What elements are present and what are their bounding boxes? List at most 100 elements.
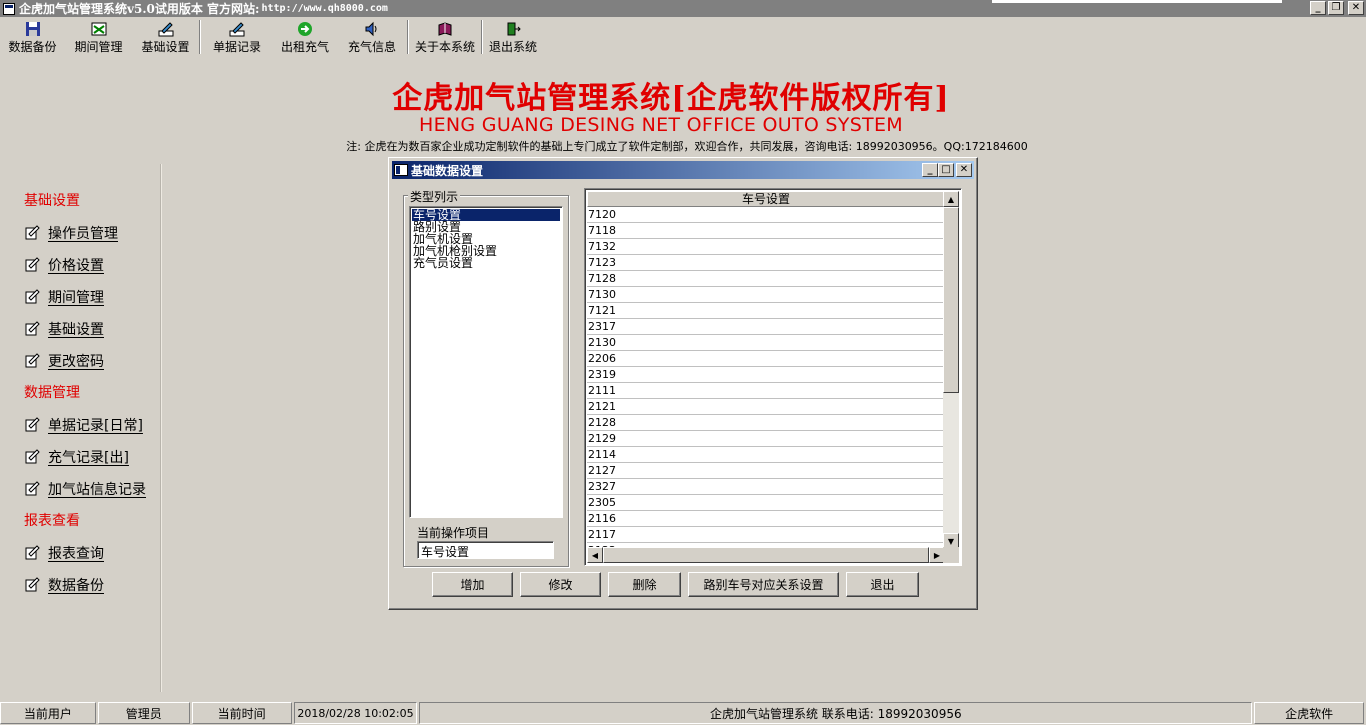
table-row[interactable]: 2305 <box>587 495 945 511</box>
sidebar-item-station-info[interactable]: 加气站信息记录 <box>24 473 160 505</box>
table-row[interactable]: 2121 <box>587 399 945 415</box>
sidebar-section-reports: 报表查看 <box>24 513 80 529</box>
dialog-minimize-button[interactable]: _ <box>922 163 938 177</box>
table-row[interactable]: 2317 <box>587 319 945 335</box>
status-user-label: 当前用户 <box>0 702 96 724</box>
minimize-button[interactable]: _ <box>1310 1 1326 15</box>
toolbar-about-button[interactable]: 关于本系统 <box>409 18 481 56</box>
sidebar-item-basic-settings[interactable]: 基础设置 <box>24 313 160 345</box>
edit-document-icon <box>24 321 40 337</box>
exit-button[interactable]: 退出 <box>846 572 919 597</box>
spreadsheet-icon <box>91 21 107 37</box>
toolbar-fill-info-button[interactable]: 充气信息 <box>337 18 407 56</box>
sidebar-item-operator-management[interactable]: 操作员管理 <box>24 217 160 249</box>
vehicle-number-grid[interactable]: 车号设置 7120 7118 7132 7123 7128 7130 7121 2317 213… <box>584 188 962 566</box>
close-button[interactable]: ✕ <box>1348 1 1364 15</box>
dialog-maximize-button[interactable]: □ <box>938 163 954 177</box>
floppy-disk-icon <box>25 21 41 37</box>
toolbar-rental-fill-button[interactable]: 出租充气 <box>273 18 337 56</box>
sidebar-item-label: 操作员管理 <box>48 226 118 242</box>
window-icon <box>394 164 408 176</box>
edit-document-icon <box>24 289 40 305</box>
sidebar-item-label: 报表查询 <box>48 546 104 562</box>
scroll-thumb[interactable] <box>943 207 959 393</box>
toolbar-fill-info-label: 充气信息 <box>347 40 396 54</box>
sidebar-item-period-management[interactable]: 期间管理 <box>24 281 160 313</box>
type-list-item[interactable]: 充气员设置 <box>412 257 560 269</box>
sidebar: 基础设置 操作员管理 价格设置 期间管理 基础设置 更改密码 数据管理 单据记录… <box>0 185 160 601</box>
sidebar-item-daily-voucher[interactable]: 单据记录[日常] <box>24 409 160 441</box>
table-row[interactable]: 2206 <box>587 351 945 367</box>
pen-edit-icon <box>158 21 174 37</box>
scroll-up-button[interactable]: ▲ <box>943 191 959 207</box>
toolbar-voucher-button[interactable]: 单据记录 <box>201 18 273 56</box>
edit-button[interactable]: 修改 <box>520 572 601 597</box>
horizontal-scrollbar[interactable]: ◀ ▶ <box>587 547 945 563</box>
exit-door-icon <box>505 21 521 37</box>
table-row[interactable]: 2114 <box>587 447 945 463</box>
toolbar-period-label: 期间管理 <box>74 40 123 54</box>
edit-document-icon <box>24 481 40 497</box>
status-user-value: 管理员 <box>97 702 190 724</box>
edit-document-icon <box>24 353 40 369</box>
edit-document-icon <box>24 449 40 465</box>
table-row[interactable]: 2128 <box>587 415 945 431</box>
horizontal-scroll-thumb[interactable] <box>603 547 929 563</box>
delete-button[interactable]: 删除 <box>608 572 681 597</box>
scrollbar-corner <box>943 547 959 563</box>
dialog-actions: 增加 修改 删除 路别车号对应关系设置 退出 <box>432 572 919 597</box>
toolbar-about-label: 关于本系统 <box>414 40 475 54</box>
sidebar-item-report-query[interactable]: 报表查询 <box>24 537 160 569</box>
table-row[interactable]: 7123 <box>587 255 945 271</box>
toolbar-period-button[interactable]: 期间管理 <box>65 18 132 56</box>
status-bar: 当前用户 管理员 当前时间 2018/02/28 10:02:05 企虎加气站管… <box>0 701 1366 725</box>
sidebar-item-label: 加气站信息记录 <box>48 482 146 498</box>
toolbar-voucher-label: 单据记录 <box>212 40 261 54</box>
sidebar-item-price-settings[interactable]: 价格设置 <box>24 249 160 281</box>
book-icon <box>437 21 453 37</box>
toolbar-basic-settings-button[interactable]: 基础设置 <box>132 18 199 56</box>
table-row[interactable]: 7132 <box>587 239 945 255</box>
table-row[interactable]: 7118 <box>587 223 945 239</box>
table-row[interactable]: 7128 <box>587 271 945 287</box>
table-row[interactable]: 7120 <box>587 207 945 223</box>
sidebar-item-fill-record[interactable]: 充气记录[出] <box>24 441 160 473</box>
table-row[interactable]: 2327 <box>587 479 945 495</box>
toolbar-backup-button[interactable]: 数据备份 <box>0 18 65 56</box>
table-row[interactable]: 2319 <box>587 367 945 383</box>
current-item-label: 当前操作项目 <box>417 526 490 540</box>
table-row[interactable]: 2129 <box>587 431 945 447</box>
green-arrow-icon <box>297 21 313 37</box>
table-row[interactable]: 7130 <box>587 287 945 303</box>
sidebar-item-label: 价格设置 <box>48 258 104 274</box>
toolbar-backup-label: 数据备份 <box>8 40 57 54</box>
sidebar-section-data: 数据管理 <box>24 385 80 401</box>
type-groupbox: 类型列示 车号设置 路别设置 加气机设置 加气机枪别设置 充气员设置 当前操作项… <box>403 188 569 567</box>
sidebar-item-data-backup[interactable]: 数据备份 <box>24 569 160 601</box>
edit-document-icon <box>24 417 40 433</box>
toolbar-exit-button[interactable]: 退出系统 <box>483 18 543 56</box>
edit-document-icon <box>24 257 40 273</box>
dialog-close-button[interactable]: ✕ <box>956 163 972 177</box>
table-row[interactable]: 2111 <box>587 383 945 399</box>
status-company: 企虎软件 <box>1254 702 1364 724</box>
restore-button[interactable]: ❐ <box>1328 1 1344 15</box>
table-row[interactable]: 2116 <box>587 511 945 527</box>
scroll-left-button[interactable]: ◀ <box>587 547 603 563</box>
grid-column-header[interactable]: 车号设置 <box>587 191 945 207</box>
add-button[interactable]: 增加 <box>432 572 513 597</box>
route-vehicle-mapping-button[interactable]: 路别车号对应关系设置 <box>688 572 839 597</box>
table-row[interactable]: 2117 <box>587 527 945 543</box>
current-item-field[interactable]: 车号设置 <box>417 541 554 559</box>
sidebar-divider <box>160 164 162 692</box>
dialog-title: 基础数据设置 <box>411 163 484 178</box>
dialog-title-bar[interactable]: 基础数据设置 _ □ ✕ <box>392 161 974 179</box>
table-row[interactable]: 2130 <box>587 335 945 351</box>
edit-document-icon <box>24 577 40 593</box>
table-row[interactable]: 7121 <box>587 303 945 319</box>
vertical-scrollbar[interactable]: ▲ ▼ <box>943 191 959 549</box>
sidebar-item-label: 数据备份 <box>48 578 104 594</box>
type-list[interactable]: 车号设置 路别设置 加气机设置 加气机枪别设置 充气员设置 <box>409 206 563 518</box>
table-row[interactable]: 2127 <box>587 463 945 479</box>
sidebar-item-change-password[interactable]: 更改密码 <box>24 345 160 377</box>
